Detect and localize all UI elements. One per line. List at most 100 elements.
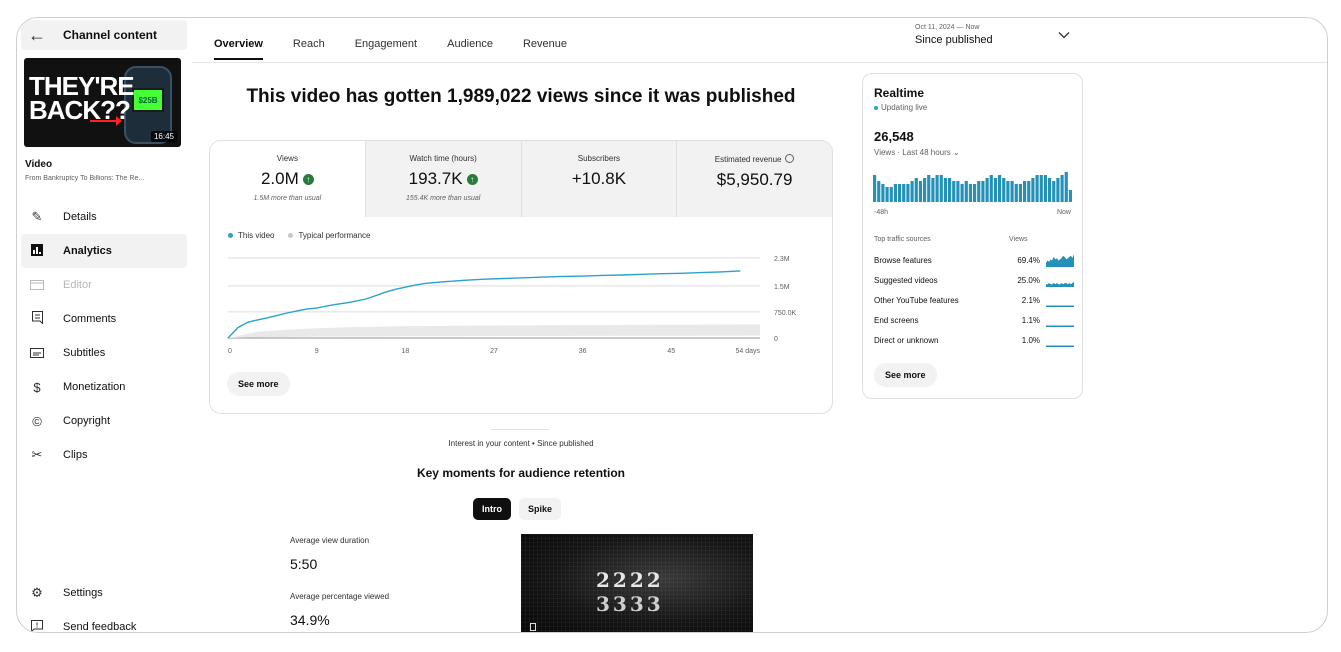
realtime-bar[interactable] [1002, 178, 1006, 202]
realtime-bar[interactable] [1048, 178, 1052, 202]
realtime-bar[interactable] [1052, 181, 1056, 202]
realtime-bar[interactable] [939, 175, 943, 202]
realtime-bar[interactable] [973, 184, 977, 202]
metric-label: Subscribers [577, 154, 620, 163]
sidebar-item-analytics[interactable]: Analytics [21, 234, 187, 268]
sidebar-item-details[interactable]: ✎ Details [21, 200, 187, 234]
sidebar-item-label: Comments [63, 313, 117, 325]
realtime-bar[interactable] [1014, 184, 1018, 202]
realtime-bar[interactable] [1006, 181, 1010, 202]
realtime-bar[interactable] [964, 181, 968, 202]
metric-label: Watch time (hours) [409, 154, 477, 163]
video-control-icon[interactable] [530, 623, 536, 631]
tab-revenue[interactable]: Revenue [523, 38, 567, 60]
realtime-bar[interactable] [981, 181, 985, 202]
metric-watch-time[interactable]: Watch time (hours) 193.7K ↑ 155.4K more t… [364, 141, 521, 217]
realtime-bar[interactable] [1056, 178, 1060, 202]
channel-content-header[interactable]: ← Channel content [21, 20, 187, 50]
realtime-bar[interactable] [910, 181, 914, 202]
realtime-bar[interactable] [881, 184, 885, 202]
realtime-bar[interactable] [1064, 172, 1068, 202]
sidebar-item-clips[interactable]: ✂ Clips [21, 438, 187, 472]
tab-overview[interactable]: Overview [214, 38, 263, 60]
tab-reach[interactable]: Reach [293, 38, 325, 60]
realtime-bar[interactable] [1043, 175, 1047, 202]
sidebar-item-send-feedback[interactable]: Send feedback [21, 610, 187, 632]
tab-engagement[interactable]: Engagement [355, 38, 417, 60]
realtime-bar[interactable] [889, 187, 893, 202]
date-range-picker[interactable]: Oct 11, 2024 — Now Since published [915, 24, 993, 46]
video-title: From Bankruptcy To Billions: The Re... [25, 175, 145, 182]
sparkline-area [1046, 345, 1074, 347]
metric-revenue[interactable]: Estimated revenue $5,950.79 [676, 141, 832, 217]
realtime-bar[interactable] [943, 178, 947, 202]
metric-subscribers[interactable]: Subscribers +10.8K [520, 141, 677, 217]
realtime-bar[interactable] [989, 175, 993, 202]
sidebar-item-comments[interactable]: Comments [21, 302, 187, 336]
arrow-left-icon[interactable]: ← [21, 25, 53, 46]
tab-audience[interactable]: Audience [447, 38, 493, 60]
video-thumbnail[interactable]: $25B THEY'RE BACK?? 16:45 [24, 58, 181, 147]
realtime-bar[interactable] [914, 178, 918, 202]
metric-views[interactable]: Views 2.0M ↑ 1.5M more than usual [210, 141, 365, 217]
realtime-bar[interactable] [1010, 181, 1014, 202]
sidebar-item-label: Subtitles [63, 347, 106, 359]
chip-spike[interactable]: Spike [519, 498, 562, 520]
realtime-see-more-button[interactable]: See more [874, 363, 937, 387]
realtime-bar[interactable] [985, 178, 989, 202]
copyright-icon: © [32, 413, 42, 429]
overview-card: Views 2.0M ↑ 1.5M more than usual Watch t… [209, 140, 833, 414]
see-more-button[interactable]: See more [227, 372, 290, 396]
realtime-period: Views · Last 48 hours [874, 148, 951, 157]
sidebar-item-settings[interactable]: ⚙ Settings [21, 576, 187, 610]
realtime-bar[interactable] [1018, 184, 1022, 202]
views-line-chart: 0 750.0K 1.5M 2.3M 0 9 18 27 36 45 54 days [227, 256, 797, 355]
realtime-bar[interactable] [977, 181, 981, 202]
source-percent: 1.0% [1021, 336, 1040, 345]
chip-intro[interactable]: Intro [473, 498, 511, 520]
sidebar-item-label: Monetization [63, 381, 126, 393]
realtime-bar[interactable] [1039, 175, 1043, 202]
realtime-bar[interactable] [927, 175, 931, 202]
realtime-bar[interactable] [960, 184, 964, 202]
realtime-bar[interactable] [998, 175, 1002, 202]
realtime-bar[interactable] [902, 184, 906, 202]
chevron-down-icon[interactable] [1058, 28, 1070, 42]
realtime-bar[interactable] [968, 184, 972, 202]
realtime-bar[interactable] [906, 184, 910, 202]
key-moments-title: Key moments for audience retention [416, 466, 626, 480]
realtime-bar[interactable] [918, 181, 922, 202]
realtime-bar[interactable] [948, 178, 952, 202]
sidebar-item-copyright[interactable]: © Copyright [21, 404, 187, 438]
metric-label: Estimated revenue [714, 155, 782, 164]
realtime-bar[interactable] [952, 181, 956, 202]
realtime-bar[interactable] [931, 178, 935, 202]
sidebar-item-monetization[interactable]: $ Monetization [21, 370, 187, 404]
realtime-bar[interactable] [1068, 190, 1072, 202]
x-tick-label: 54 days [735, 348, 760, 355]
realtime-bar[interactable] [873, 175, 877, 202]
realtime-bar[interactable] [923, 178, 927, 202]
x-tick-label: 18 [401, 348, 409, 355]
realtime-bar[interactable] [993, 178, 997, 202]
realtime-bar[interactable] [885, 187, 889, 202]
realtime-bar[interactable] [935, 175, 939, 202]
realtime-bar[interactable] [956, 181, 960, 202]
realtime-bar[interactable] [898, 184, 902, 202]
sidebar-item-subtitles[interactable]: Subtitles [21, 336, 187, 370]
source-name: Suggested videos [874, 276, 938, 285]
realtime-bar[interactable] [877, 181, 881, 202]
realtime-bar[interactable] [1060, 175, 1064, 202]
source-name: End screens [874, 316, 919, 325]
retention-video-preview[interactable]: 2222 3333 [521, 534, 753, 632]
realtime-bar[interactable] [1031, 178, 1035, 202]
avg-duration-value: 5:50 [290, 556, 318, 572]
x-tick-label: 45 [667, 348, 675, 355]
metric-value: 193.7K [408, 169, 463, 188]
realtime-count-label[interactable]: Views · Last 48 hours ⌄ [874, 148, 960, 157]
realtime-bar[interactable] [893, 184, 897, 202]
realtime-bar[interactable] [1035, 175, 1039, 202]
realtime-bar[interactable] [1023, 181, 1027, 202]
sidebar-item-editor[interactable]: Editor [21, 268, 187, 302]
realtime-bar[interactable] [1027, 181, 1031, 202]
